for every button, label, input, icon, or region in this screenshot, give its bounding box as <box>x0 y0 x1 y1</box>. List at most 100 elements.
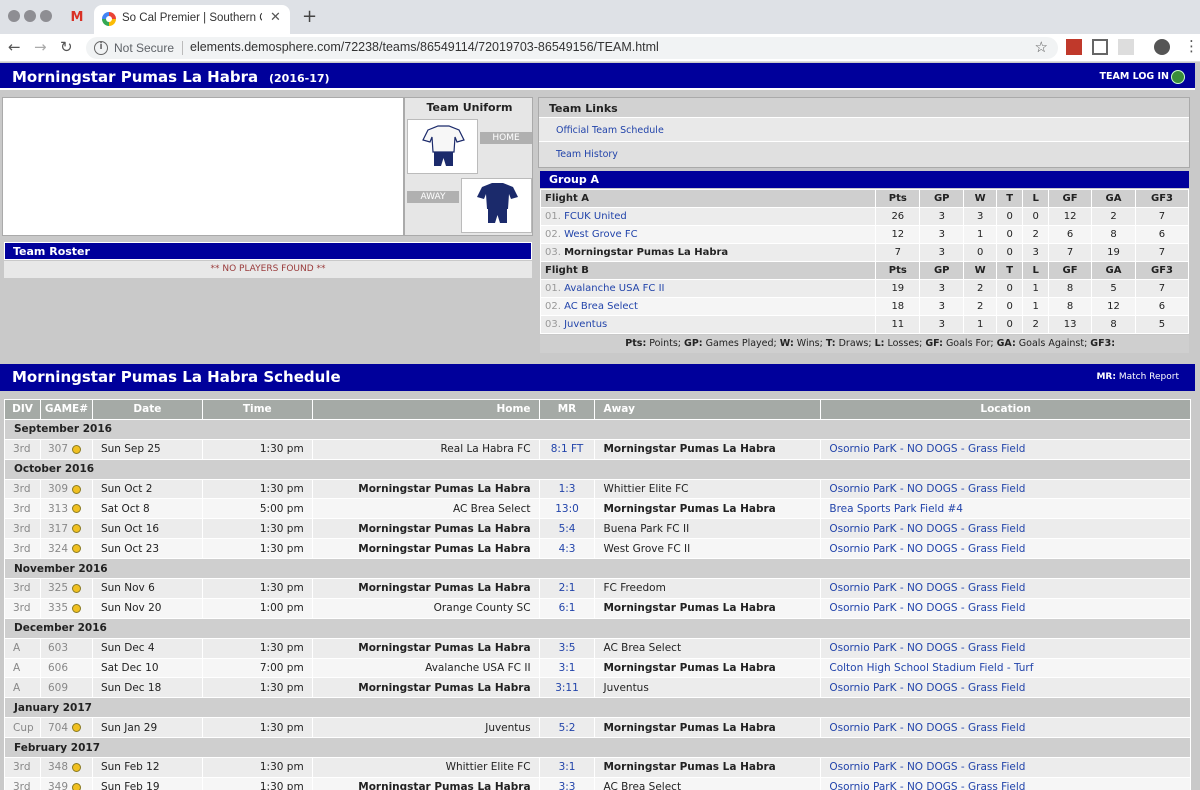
location-link[interactable]: Colton High School Stadium Field - Turf <box>820 657 1191 679</box>
away-team: Buena Park FC II <box>594 518 822 540</box>
match-report-link[interactable]: 3:5 <box>538 637 596 659</box>
team-history-link[interactable]: Team History <box>556 149 618 160</box>
game-number: 307 <box>39 438 93 460</box>
stat-value: 2 <box>1091 207 1136 226</box>
location-link[interactable]: Osornio ParK - NO DOGS - Grass Field <box>820 518 1191 540</box>
column-header: GA <box>1091 189 1136 208</box>
team-name[interactable]: AC Brea Select <box>564 301 638 312</box>
location-link[interactable]: Osornio ParK - NO DOGS - Grass Field <box>820 478 1191 500</box>
column-header: L <box>1022 189 1050 208</box>
game-time: 5:00 pm <box>201 498 313 520</box>
match-report-link[interactable]: 3:1 <box>538 757 596 778</box>
browser-tab-active[interactable]: So Cal Premier | Southern Cali ✕ <box>94 5 290 34</box>
close-window-button[interactable] <box>8 10 20 22</box>
location-link[interactable]: Osornio ParK - NO DOGS - Grass Field <box>820 776 1191 790</box>
extension-icon[interactable] <box>1118 39 1134 55</box>
rank: 03. <box>545 247 565 258</box>
bookmark-star-icon[interactable]: ☆ <box>1035 38 1048 56</box>
tab-close-icon[interactable]: ✕ <box>270 10 281 25</box>
soccer-ball-icon <box>72 782 82 790</box>
division: 3rd <box>4 498 41 520</box>
team-cell: 03. Morningstar Pumas La Habra <box>539 243 877 262</box>
team-name[interactable]: FCUK United <box>564 211 627 222</box>
match-report-link[interactable]: 3:1 <box>538 657 596 679</box>
stat-value: 18 <box>875 297 921 316</box>
extension-icon[interactable] <box>1066 39 1082 55</box>
game-number: 317 <box>39 518 93 540</box>
stat-value: 2 <box>1022 225 1050 244</box>
location-link[interactable]: Osornio ParK - NO DOGS - Grass Field <box>820 717 1191 739</box>
column-header: Pts <box>875 189 921 208</box>
minimize-window-button[interactable] <box>24 10 36 22</box>
new-tab-button[interactable]: + <box>302 6 317 27</box>
month-row: November 2016 <box>4 558 1191 580</box>
match-report-link[interactable]: 1:3 <box>538 478 596 500</box>
game-row: 3rd 307 Sun Sep 25 1:30 pm Real La Habra FC 8… <box>4 438 1191 460</box>
away-team: AC Brea Select <box>594 776 822 790</box>
stat-value: 6 <box>1134 225 1190 244</box>
match-report-link[interactable]: 3:11 <box>538 677 596 699</box>
info-icon[interactable]: i <box>94 41 108 55</box>
match-report-link[interactable]: 8:1 FT <box>538 438 596 460</box>
division: 3rd <box>4 757 41 778</box>
game-number: 603 <box>39 637 93 659</box>
team-name[interactable]: Juventus <box>564 319 607 330</box>
maximize-window-button[interactable] <box>40 10 52 22</box>
location-link[interactable]: Osornio ParK - NO DOGS - Grass Field <box>820 597 1191 619</box>
location-link[interactable]: Osornio ParK - NO DOGS - Grass Field <box>820 538 1191 560</box>
location-link[interactable]: Osornio ParK - NO DOGS - Grass Field <box>820 578 1191 599</box>
location-link[interactable]: Brea Sports Park Field #4 <box>820 498 1191 520</box>
soccer-ball-icon <box>72 583 82 593</box>
match-report-link[interactable]: 4:3 <box>538 538 596 560</box>
forward-arrow-icon[interactable]: → <box>34 38 47 56</box>
team-cell: 01. FCUK United <box>539 207 877 226</box>
stat-value: 8 <box>1048 297 1093 316</box>
month-label: September 2016 <box>4 418 1191 440</box>
stat-value: 0 <box>996 279 1024 298</box>
location-link[interactable]: Osornio ParK - NO DOGS - Grass Field <box>820 757 1191 778</box>
profile-avatar-icon[interactable] <box>1154 39 1170 55</box>
home-team: Morningstar Pumas La Habra <box>311 518 540 540</box>
game-row: 3rd 324 Sun Oct 23 1:30 pm Morningstar Pumas… <box>4 538 1191 560</box>
game-number: 704 <box>39 717 93 739</box>
match-report-link[interactable]: 6:1 <box>538 597 596 619</box>
match-report-link[interactable]: 5:2 <box>538 717 596 739</box>
reload-icon[interactable]: ↻ <box>60 38 73 56</box>
roster-body: ** NO PLAYERS FOUND ** <box>4 261 532 278</box>
stat-value: 3 <box>963 207 998 226</box>
game-row: Cup 704 Sun Jan 29 1:30 pm Juventus 5:2 Mornin… <box>4 717 1191 739</box>
flight-header-row: Flight A Pts GP W T L GF GA GF3 <box>539 189 1190 208</box>
back-arrow-icon[interactable]: ← <box>8 38 21 56</box>
game-date: Sun Oct 16 <box>91 518 203 540</box>
login-icon[interactable] <box>1171 70 1185 84</box>
soccer-ball-icon <box>72 484 82 494</box>
screenshot-icon[interactable] <box>1092 39 1108 55</box>
match-report-link[interactable]: 2:1 <box>538 578 596 599</box>
location-link[interactable]: Osornio ParK - NO DOGS - Grass Field <box>820 677 1191 699</box>
match-report-link[interactable]: 13:0 <box>538 498 596 520</box>
home-jersey-icon <box>422 125 465 166</box>
menu-kebab-icon[interactable]: ⋮ <box>1184 37 1199 55</box>
gmail-tab-icon[interactable]: M <box>62 8 92 28</box>
column-header: GAME# <box>39 399 93 420</box>
team-name[interactable]: West Grove FC <box>564 229 638 240</box>
team-login-link[interactable]: TEAM LOG IN <box>1100 71 1169 82</box>
team-name[interactable]: Avalanche USA FC II <box>564 283 664 294</box>
match-report-link[interactable]: 5:4 <box>538 518 596 540</box>
official-schedule-link[interactable]: Official Team Schedule <box>556 125 664 136</box>
home-team: Morningstar Pumas La Habra <box>311 478 540 500</box>
location-link[interactable]: Osornio ParK - NO DOGS - Grass Field <box>820 438 1191 460</box>
team-roster-header: Team Roster <box>4 242 532 260</box>
game-time: 1:30 pm <box>201 518 313 540</box>
omnibox[interactable]: i Not Secure elements.demosphere.com/722… <box>86 37 1058 59</box>
url-text[interactable]: elements.demosphere.com/72238/teams/8654… <box>190 40 659 54</box>
stat-value: 5 <box>1091 279 1136 298</box>
match-report-link[interactable]: 3:3 <box>538 776 596 790</box>
game-time: 1:30 pm <box>201 776 313 790</box>
stat-value: 7 <box>1048 243 1093 262</box>
flight-name: Flight A <box>539 189 877 208</box>
game-time: 1:30 pm <box>201 677 313 699</box>
game-row: A 606 Sat Dec 10 7:00 pm Avalanche USA FC II… <box>4 657 1191 679</box>
location-link[interactable]: Osornio ParK - NO DOGS - Grass Field <box>820 637 1191 659</box>
rank: 01. <box>545 211 565 222</box>
